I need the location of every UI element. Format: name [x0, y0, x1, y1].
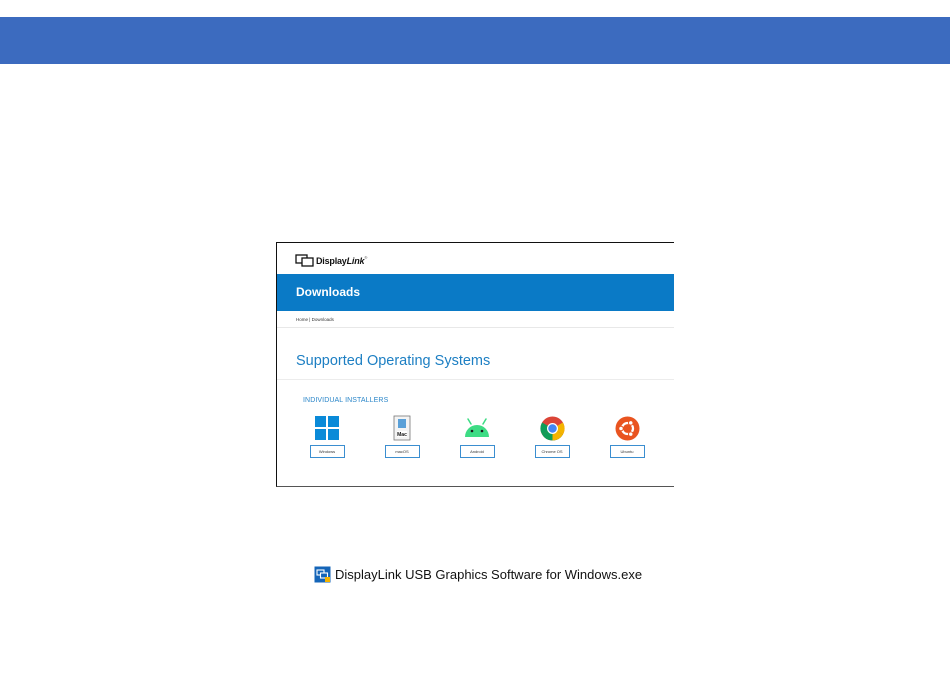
installer-icon [314, 566, 331, 583]
site-title-bar: Downloads [277, 274, 674, 311]
windows-icon [314, 415, 340, 441]
installer-file[interactable]: DisplayLink USB Graphics Software for Wi… [314, 566, 642, 583]
os-item-android: Android [457, 415, 497, 458]
android-download-button[interactable]: Android [459, 445, 495, 458]
chrome-icon [539, 415, 565, 441]
os-item-ubuntu: Ubuntu [607, 415, 647, 458]
displaylink-logo-icon [295, 254, 314, 267]
displaylink-logo: DisplayLink ® [295, 253, 367, 269]
installer-file-name: DisplayLink USB Graphics Software for Wi… [335, 567, 643, 582]
site-bar-title: Downloads [296, 285, 361, 299]
ubuntu-download-button[interactable]: Ubuntu [609, 445, 645, 458]
os-item-windows: Windows [307, 415, 347, 458]
breadcrumb[interactable]: Home | Downloads [296, 317, 334, 322]
page-heading: Supported Operating Systems [296, 353, 491, 369]
mac-icon-label: Mac [397, 432, 407, 438]
macos-download-button[interactable]: macOS [384, 445, 420, 458]
divider [277, 327, 674, 328]
windows-download-button[interactable]: Windows [309, 445, 345, 458]
displaylink-logo-text: DisplayLink [316, 256, 365, 266]
top-banner [0, 17, 950, 64]
os-item-chrome-os: Chrome OS [532, 415, 572, 458]
mac-installer-icon: Mac [389, 415, 415, 441]
android-icon [464, 415, 490, 441]
displaylink-website-screenshot: DisplayLink ® Downloads Home | Downloads… [276, 242, 674, 487]
section-subheading: INDIVIDUAL INSTALLERS [303, 397, 389, 404]
divider [277, 379, 674, 380]
ubuntu-icon [614, 415, 640, 441]
os-item-macos: Mac macOS [382, 415, 422, 458]
chrome-os-download-button[interactable]: Chrome OS [534, 445, 570, 458]
trademark-symbol: ® [364, 255, 368, 260]
